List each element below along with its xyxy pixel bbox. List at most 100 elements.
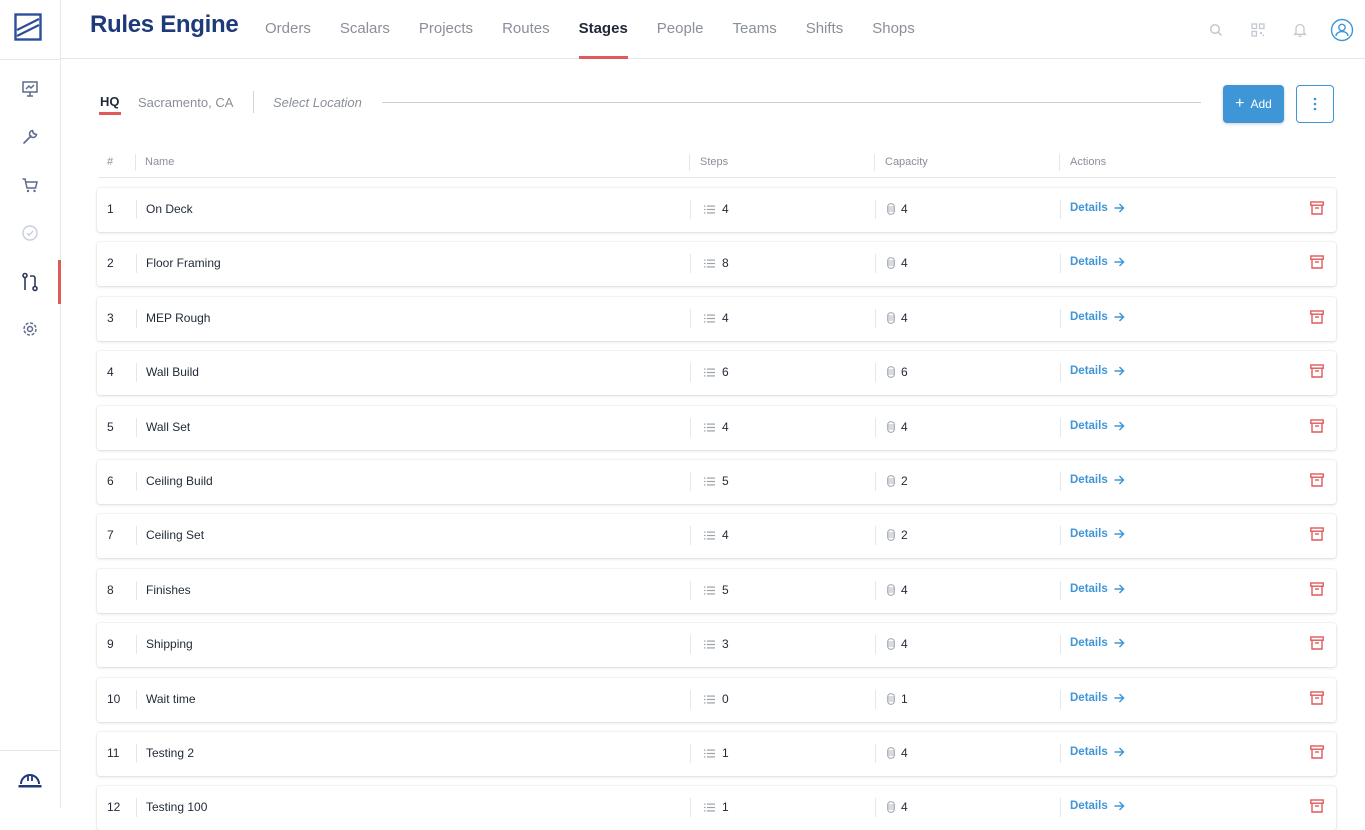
app-logo[interactable] [14,13,42,41]
sidebar-item-safety[interactable] [0,758,60,802]
bell-icon [1293,23,1307,37]
row-steps: 6 [704,365,729,379]
row-index: 7 [107,528,114,542]
list-icon [704,531,715,539]
details-link[interactable]: Details [1070,420,1125,432]
sidebar-item-tools[interactable] [0,115,60,159]
sidebar-item-settings[interactable] [0,307,60,351]
sidebar-item-dashboard[interactable] [0,67,60,111]
row-capacity: 1 [887,692,908,706]
archive-icon [1310,310,1324,324]
nav-shops[interactable]: Shops [872,0,915,59]
location-city-tab[interactable]: Sacramento, CA [138,95,233,110]
nav-shifts[interactable]: Shifts [806,0,844,59]
nav-stages[interactable]: Stages [578,0,629,59]
search-icon [1209,23,1223,36]
archive-button[interactable] [1310,691,1326,707]
capacity-icon [887,475,895,487]
arrow-right-icon [1114,747,1125,757]
details-link[interactable]: Details [1070,800,1125,812]
add-stage-button[interactable]: + Add [1223,85,1284,123]
qr-scan-button[interactable] [1237,0,1279,59]
row-capacity-value: 2 [901,528,908,542]
details-link[interactable]: Details [1070,583,1125,595]
archive-button[interactable] [1310,745,1326,761]
archive-button[interactable] [1310,255,1326,271]
column-steps[interactable]: Steps [700,156,728,168]
archive-button[interactable] [1310,419,1326,435]
row-divider [875,526,876,545]
user-menu-button[interactable] [1321,0,1363,59]
capacity-icon [887,693,895,705]
details-link[interactable]: Details [1070,311,1125,323]
list-icon [704,477,715,485]
row-name: Floor Framing [146,256,221,270]
details-link[interactable]: Details [1070,528,1125,540]
table-row: 8 Finishes 5 4 Details [97,569,1336,613]
row-steps: 5 [704,583,729,597]
nav-scalars[interactable]: Scalars [340,0,390,59]
arrow-right-icon [1114,475,1125,485]
details-link[interactable]: Details [1070,692,1125,704]
search-button[interactable] [1195,0,1237,59]
archive-icon [1310,636,1324,650]
row-index: 6 [107,474,114,488]
column-name[interactable]: Name [145,156,174,168]
row-steps-value: 5 [722,583,729,597]
archive-button[interactable] [1310,201,1326,217]
table-row: 12 Testing 100 1 4 Details [97,786,1336,830]
details-link[interactable]: Details [1070,365,1125,377]
capacity-icon [887,584,895,596]
sidebar-divider [0,750,60,751]
sidebar-item-orders[interactable] [0,163,60,207]
details-link[interactable]: Details [1070,474,1125,486]
location-line [382,102,1201,103]
select-location-dropdown[interactable]: Select Location [273,95,362,110]
row-steps: 4 [704,528,729,542]
row-divider [136,254,137,273]
more-options-button[interactable] [1296,85,1334,123]
list-icon [704,205,715,213]
row-index: 11 [107,746,120,760]
row-divider [875,472,876,491]
list-icon [704,423,715,431]
row-index: 3 [107,311,114,325]
nav-orders[interactable]: Orders [265,0,311,59]
gear-icon [23,322,37,336]
hard-hat-icon [18,774,42,788]
archive-button[interactable] [1310,582,1326,598]
details-link[interactable]: Details [1070,637,1125,649]
archive-button[interactable] [1310,799,1326,815]
details-link[interactable]: Details [1070,746,1125,758]
row-divider [690,744,691,763]
archive-button[interactable] [1310,527,1326,543]
sidebar-item-tasks[interactable] [0,211,60,255]
nav-routes[interactable]: Routes [502,0,550,59]
details-link[interactable]: Details [1070,256,1125,268]
list-icon [704,695,715,703]
capacity-icon [887,638,895,650]
row-steps-value: 5 [722,474,729,488]
kebab-menu-icon [1313,97,1317,111]
sidebar-item-routes[interactable] [0,260,61,304]
row-divider [690,200,691,219]
archive-icon [1310,527,1324,541]
row-index: 9 [107,637,114,651]
nav-teams[interactable]: Teams [733,0,777,59]
notifications-button[interactable] [1279,0,1321,59]
archive-button[interactable] [1310,636,1326,652]
nav-people[interactable]: People [657,0,704,59]
route-icon [22,272,38,292]
row-steps-value: 4 [722,311,729,325]
row-steps-value: 4 [722,528,729,542]
details-link[interactable]: Details [1070,202,1125,214]
archive-button[interactable] [1310,364,1326,380]
row-divider [690,418,691,437]
archive-button[interactable] [1310,310,1326,326]
column-capacity[interactable]: Capacity [885,156,928,168]
location-hq-tab[interactable]: HQ [99,94,120,115]
archive-button[interactable] [1310,473,1326,489]
row-divider [1060,200,1061,219]
nav-projects[interactable]: Projects [419,0,473,59]
arrow-right-icon [1114,801,1125,811]
